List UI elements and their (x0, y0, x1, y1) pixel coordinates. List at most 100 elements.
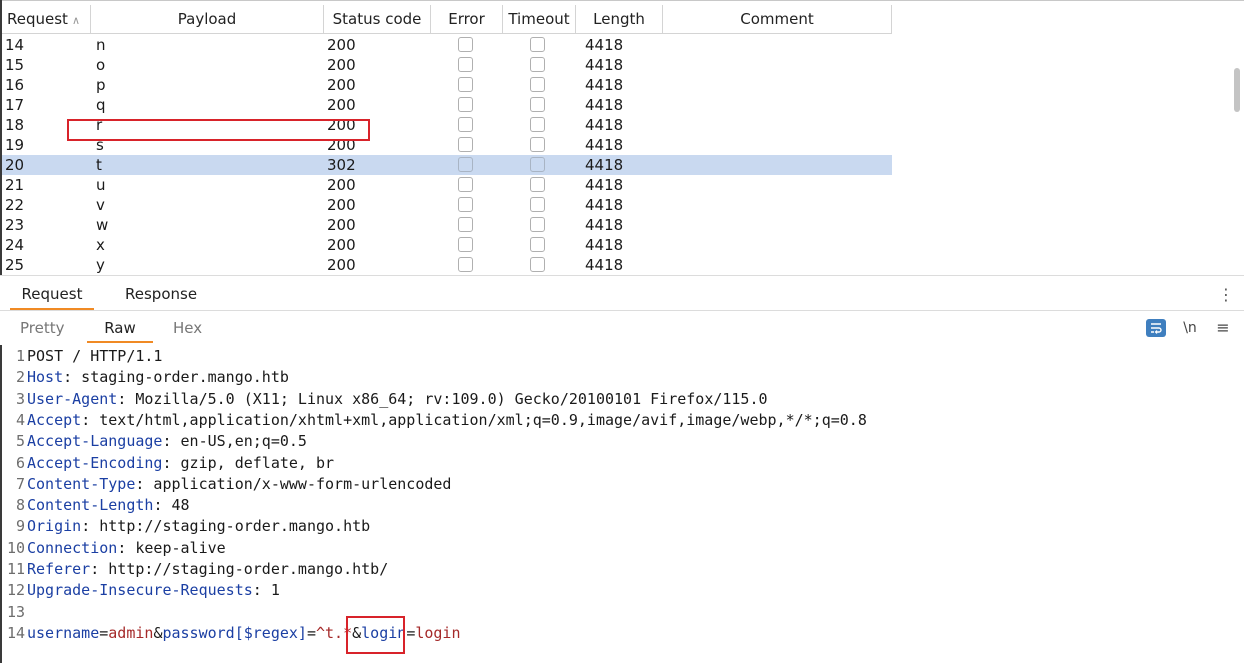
table-row[interactable]: 17 q 200 4418 (2, 95, 892, 115)
line-number: 12 (6, 581, 25, 600)
cell-error (431, 175, 503, 195)
menu-icon[interactable]: ≡ (1213, 319, 1233, 337)
tab-request[interactable]: Request (10, 279, 94, 310)
timeout-checkbox[interactable] (530, 177, 545, 192)
column-header-timeout[interactable]: Timeout (503, 5, 576, 34)
cell-status-code: 200 (327, 76, 356, 94)
tab-hex[interactable]: Hex (173, 313, 202, 343)
cell-payload: v (96, 196, 105, 214)
cell-length: 4418 (585, 96, 624, 114)
cell-error (431, 195, 503, 215)
cell-status-code: 302 (327, 156, 356, 174)
table-row[interactable]: 14 n 200 4418 (2, 35, 892, 55)
cell-timeout (503, 175, 576, 195)
cell-request: 19 (5, 136, 25, 154)
table-row[interactable]: 24 x 200 4418 (2, 235, 892, 255)
column-header-error[interactable]: Error (431, 5, 503, 34)
column-header-comment[interactable]: Comment (663, 5, 892, 34)
tab-response[interactable]: Response (125, 279, 197, 310)
error-checkbox[interactable] (458, 217, 473, 232)
error-checkbox[interactable] (458, 237, 473, 252)
timeout-checkbox[interactable] (530, 117, 545, 132)
header-value: http://staging-order.mango.htb/ (99, 560, 389, 578)
cell-length: 4418 (585, 116, 624, 134)
cell-timeout (503, 115, 576, 135)
intruder-results-table: Request ∧ Payload Status code Error Timeo… (0, 0, 1244, 276)
scrollbar-thumb[interactable] (1234, 68, 1240, 112)
cell-error (431, 115, 503, 135)
table-row[interactable]: 19 s 200 4418 (2, 135, 892, 155)
raw-request-editor[interactable]: 1 POST / HTTP/1.1 2 Host: staging-order.man… (0, 345, 1244, 663)
cell-request: 21 (5, 176, 25, 194)
cell-timeout (503, 95, 576, 115)
header-colon: : (81, 517, 91, 536)
code-line: 13 (0, 602, 27, 623)
param-value: login (415, 623, 461, 642)
timeout-checkbox[interactable] (530, 37, 545, 52)
error-checkbox[interactable] (458, 37, 473, 52)
table-top-border (0, 0, 1244, 4)
cell-comment (663, 155, 892, 175)
error-checkbox[interactable] (458, 117, 473, 132)
timeout-checkbox[interactable] (530, 197, 545, 212)
cell-comment (663, 95, 892, 115)
column-header-payload[interactable]: Payload (91, 5, 324, 34)
header-value: staging-order.mango.htb (72, 368, 289, 387)
cell-comment (663, 175, 892, 195)
cell-timeout (503, 55, 576, 75)
error-checkbox[interactable] (458, 257, 473, 272)
cell-comment (663, 115, 892, 135)
timeout-checkbox[interactable] (530, 57, 545, 72)
code-line: 1 POST / HTTP/1.1 (0, 346, 163, 367)
error-checkbox[interactable] (458, 197, 473, 212)
timeout-checkbox[interactable] (530, 77, 545, 92)
param-separator: & (352, 623, 362, 642)
timeout-checkbox[interactable] (530, 257, 545, 272)
timeout-checkbox[interactable] (530, 217, 545, 232)
more-options-icon[interactable]: ⋮ (1218, 285, 1234, 305)
cell-length: 4418 (585, 56, 624, 74)
line-number: 2 (15, 368, 25, 387)
error-checkbox[interactable] (458, 97, 473, 112)
timeout-checkbox[interactable] (530, 97, 545, 112)
error-checkbox[interactable] (458, 77, 473, 92)
table-row[interactable]: 20 t 302 4418 (2, 155, 892, 175)
error-checkbox[interactable] (458, 177, 473, 192)
header-value: keep-alive (126, 538, 226, 557)
show-newlines-toggle[interactable]: \n (1180, 319, 1200, 337)
word-wrap-icon[interactable] (1146, 319, 1166, 337)
table-row[interactable]: 18 r 200 4418 (2, 115, 892, 135)
line-text: POST / HTTP/1.1 (27, 347, 163, 365)
table-row[interactable]: 22 v 200 4418 (2, 195, 892, 215)
header-value: application/x-www-form-urlencoded (144, 474, 452, 493)
line-number: 11 (6, 560, 25, 578)
table-row[interactable]: 23 w 200 4418 (2, 215, 892, 235)
line-number: 5 (15, 432, 25, 451)
tab-raw[interactable]: Raw (87, 313, 153, 343)
table-row[interactable]: 21 u 200 4418 (2, 175, 892, 195)
timeout-checkbox[interactable] (530, 237, 545, 252)
error-checkbox[interactable] (458, 137, 473, 152)
table-scrollbar[interactable] (1231, 35, 1244, 275)
cell-comment (663, 35, 892, 55)
param-equals: = (406, 623, 416, 642)
tab-pretty[interactable]: Pretty (20, 313, 65, 343)
view-mode-tabs: Pretty Raw Hex \n ≡ (0, 313, 1244, 343)
column-header-status-code[interactable]: Status code (324, 5, 431, 34)
error-checkbox[interactable] (458, 157, 473, 172)
header-name: Connection (27, 538, 118, 557)
code-line: 6 Accept-Encoding: gzip, deflate, br (0, 453, 334, 474)
error-checkbox[interactable] (458, 57, 473, 72)
timeout-checkbox[interactable] (530, 157, 545, 172)
cell-length: 4418 (585, 236, 624, 254)
table-row[interactable]: 16 p 200 4418 (2, 75, 892, 95)
cell-length: 4418 (585, 136, 624, 154)
table-row[interactable]: 15 o 200 4418 (2, 55, 892, 75)
column-header-request[interactable]: Request ∧ (2, 5, 91, 34)
cell-payload: w (96, 216, 109, 234)
table-row[interactable]: 25 y 200 4418 (2, 255, 892, 275)
timeout-checkbox[interactable] (530, 137, 545, 152)
cell-payload: p (96, 76, 106, 94)
column-header-length[interactable]: Length (576, 5, 663, 34)
header-name: Content-Type (27, 474, 136, 493)
